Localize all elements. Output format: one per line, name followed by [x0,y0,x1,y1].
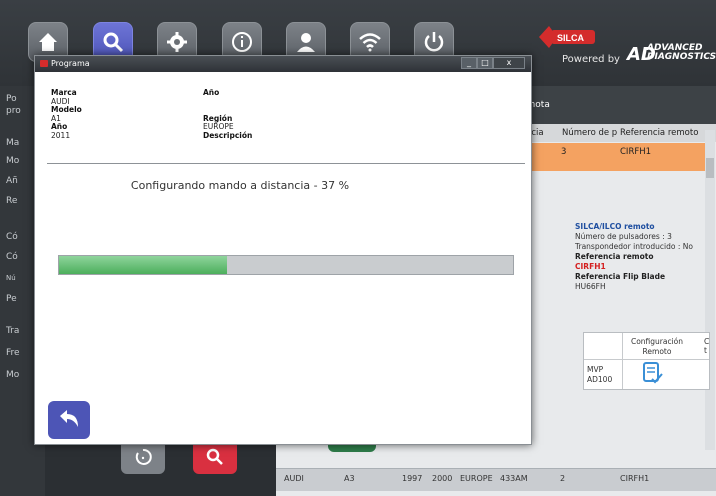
dialog-titlebar[interactable]: Programa _ □ x [35,56,531,72]
table-cell: CIRFH1 [620,147,652,157]
sidebar-item[interactable]: Po [6,94,17,104]
table-cell: EUROPE [460,474,493,483]
config-header: Configuración Remoto [630,337,684,356]
transponder-status: Transpondedor introducido : No [575,242,693,251]
table-row[interactable]: AUDI A3 1997 2000 EUROPE 433AM 2 CIRFH1 [276,468,716,491]
powered-by-text: Powered by [562,54,620,65]
sidebar-item[interactable]: Nú [6,274,16,282]
config-table: Configuración Remoto C t MVP AD100 [583,332,710,390]
remote-ref-value: CIRFH1 [575,262,606,271]
remote-type: SILCA/ILCO remoto [575,222,655,231]
sidebar-item[interactable]: Tra [6,326,19,336]
sidebar-item[interactable]: Fre [6,348,20,358]
programa-dialog: Programa _ □ x Marca AUDI Modelo A1 Año … [34,55,532,445]
config-model: MVP AD100 [587,365,613,384]
sidebar-item[interactable]: Re [6,196,17,206]
table-cell: 433AM [500,474,528,483]
remote-ref-label: Referencia remoto [575,252,654,261]
vehicle-info-left: Marca AUDI Modelo A1 Año 2011 [51,88,82,140]
app-icon [40,60,48,67]
info-icon [232,32,252,52]
checklist-icon[interactable] [642,361,664,385]
ano-value: 2011 [51,130,71,140]
silca-logo: SILCA [539,26,595,48]
divider [47,163,525,164]
progress-status-text: Configurando mando a distancia - 37 % [130,179,350,192]
refresh-icon [135,448,152,465]
table-cell: 3 [561,147,567,157]
table-cell: AUDI [284,474,304,483]
ano2-value [203,98,252,115]
table-cell: 2 [560,474,566,483]
sidebar-item[interactable]: Añ [6,176,18,186]
wifi-icon [359,33,381,52]
progress-bar-fill [59,256,227,274]
blade-value: HU66FH [575,282,606,291]
sidebar-item[interactable]: pro [6,106,21,116]
dialog-title: Programa [51,59,90,68]
vehicle-info-right: Año Región EUROPE Descripción [203,88,253,140]
sidebar-item[interactable]: Mo [6,370,19,380]
scrollbar-thumb[interactable] [706,158,714,178]
brand-area: SILCA Powered by AD ADVANCED DIAGNOSTICS [537,18,716,70]
advanced-diagnostics-logo: ADVANCED DIAGNOSTICS [647,43,716,62]
back-arrow-icon [60,410,78,427]
gear-icon [167,32,187,52]
column-header[interactable]: Referencia remoto [620,128,698,138]
remote-details: SILCA/ILCO remoto Número de pulsadores :… [575,222,715,292]
svg-text:SILCA: SILCA [557,33,585,43]
divider [584,359,709,360]
ano2-label: Año [203,88,220,97]
table-cell: A3 [344,474,355,483]
table-cell: CIRFH1 [620,474,650,483]
blade-label: Referencia Flip Blade [575,272,666,281]
table-cell: 1997 [402,474,423,483]
sidebar-item[interactable]: Mo [6,156,19,166]
table-cell: 2000 [432,474,453,483]
search-icon [206,448,223,465]
cut-header: C t [704,337,710,355]
back-button[interactable] [48,401,90,439]
close-button[interactable]: x [493,57,525,69]
sidebar-item[interactable]: Có [6,252,18,262]
sidebar-item[interactable]: Có [6,232,18,242]
sidebar-item[interactable]: Pe [6,294,17,304]
power-icon [424,32,444,52]
descripcion-label: Descripción [203,130,253,140]
search-action-button[interactable] [193,440,237,474]
reset-button[interactable] [121,440,165,474]
search-icon [103,32,124,53]
progress-bar [58,255,514,275]
column-header[interactable]: Número de p [562,128,617,138]
buttons-count: Número de pulsadores : 3 [575,232,672,241]
minimize-button[interactable]: _ [461,57,477,69]
divider [622,333,623,389]
sidebar-item[interactable]: Ma [6,138,19,148]
maximize-button[interactable]: □ [477,57,493,69]
home-icon [39,33,57,51]
user-icon [297,33,315,52]
